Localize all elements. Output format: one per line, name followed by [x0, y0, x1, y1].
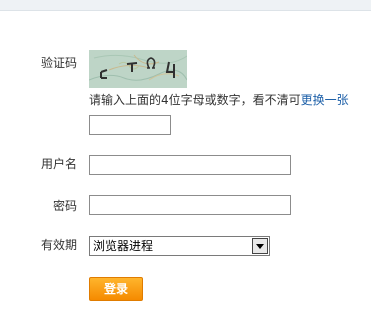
captcha-label: 验证码 — [40, 56, 77, 70]
username-label: 用户名 — [40, 157, 77, 171]
username-input[interactable] — [89, 155, 291, 175]
login-button[interactable]: 登录 — [89, 277, 143, 301]
captcha-hint-text: 请输入上面的4位字母或数字，看不清可 — [89, 93, 301, 107]
refresh-captcha-link[interactable]: 更换一张 — [301, 93, 349, 107]
captcha-image[interactable] — [89, 50, 187, 88]
validity-label: 有效期 — [40, 238, 77, 252]
password-label: 密码 — [52, 199, 77, 213]
validity-select[interactable]: 浏览器进程 — [89, 236, 270, 256]
chevron-down-icon[interactable] — [252, 238, 268, 254]
password-input[interactable] — [89, 195, 291, 215]
validity-selected-value: 浏览器进程 — [93, 239, 154, 253]
captcha-hint: 请输入上面的4位字母或数字，看不清可更换一张 — [89, 93, 349, 107]
top-bar — [0, 0, 371, 11]
captcha-input[interactable] — [89, 115, 171, 135]
